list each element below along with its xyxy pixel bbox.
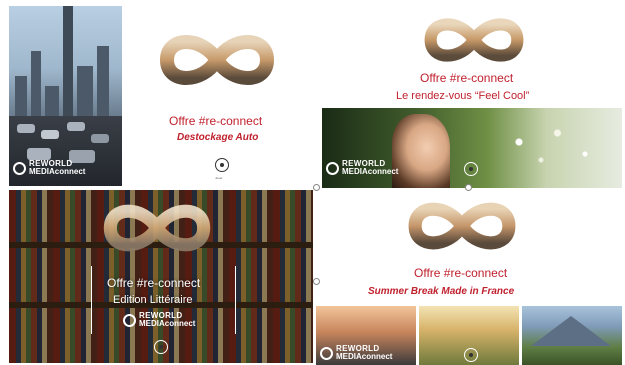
offer-subtitle: Summer Break Made in France <box>368 286 515 297</box>
offer-subtitle: Destockage Auto <box>177 132 259 143</box>
resize-handle[interactable] <box>465 184 472 191</box>
infinity-logo-icon <box>101 198 213 258</box>
infinity-logo-icon <box>157 28 277 92</box>
flowers-photo <box>497 118 607 178</box>
car <box>41 130 59 139</box>
resize-handle[interactable] <box>313 278 320 285</box>
infinity-logo-icon <box>404 196 520 256</box>
slide-edition-litteraire[interactable]: Offre #re-connect Edition Littéraire REW… <box>9 190 313 363</box>
offer-title: Offre #re-connect <box>107 276 201 290</box>
reworld-logo-icon <box>326 162 339 175</box>
reworld-logo: REWORLD MEDIAconnect <box>342 159 399 176</box>
reworld-logo-icon <box>320 347 333 360</box>
mountain-shape <box>531 316 611 346</box>
car <box>67 122 85 131</box>
reworld-logo: REWORLD MEDIAconnect <box>139 311 196 328</box>
play-icon[interactable] <box>154 340 168 354</box>
slide-feel-cool[interactable]: Offre #re-connect Le rendez-vous “Feel C… <box>322 8 622 188</box>
offer-subtitle: Le rendez-vous “Feel Cool” <box>396 90 530 102</box>
car <box>17 124 35 133</box>
play-icon[interactable] <box>464 162 478 176</box>
woman-nature-image: REWORLD MEDIAconnect <box>322 108 622 188</box>
frame-line <box>91 266 92 334</box>
offer-title: Offre #re-connect <box>420 71 514 85</box>
slide-summer-break[interactable]: Offre #re-connect Summer Break Made in F… <box>316 190 622 365</box>
city-traffic-image: REWORLD MEDIAconnect <box>9 6 122 186</box>
offer-title: Offre #re-connect <box>414 266 508 280</box>
offer-title: Offre #re-connect <box>169 114 263 128</box>
resize-handle[interactable] <box>313 184 320 191</box>
play-label: Jouer <box>215 176 223 180</box>
reworld-logo: REWORLD MEDIAconnect <box>29 159 86 176</box>
frame-line <box>235 266 236 334</box>
slide-destockage-auto[interactable]: REWORLD MEDIAconnect Offre #re-connect D… <box>9 6 313 186</box>
offer-subtitle: Edition Littéraire <box>113 294 193 306</box>
car <box>91 134 109 143</box>
reworld-logo-icon <box>13 162 26 175</box>
woman-photo <box>392 114 450 188</box>
infinity-logo-icon <box>422 12 526 68</box>
play-icon[interactable] <box>215 158 229 172</box>
reworld-logo-icon <box>123 314 136 327</box>
play-icon[interactable] <box>464 348 478 362</box>
reworld-logo: REWORLD MEDIAconnect <box>336 344 393 361</box>
